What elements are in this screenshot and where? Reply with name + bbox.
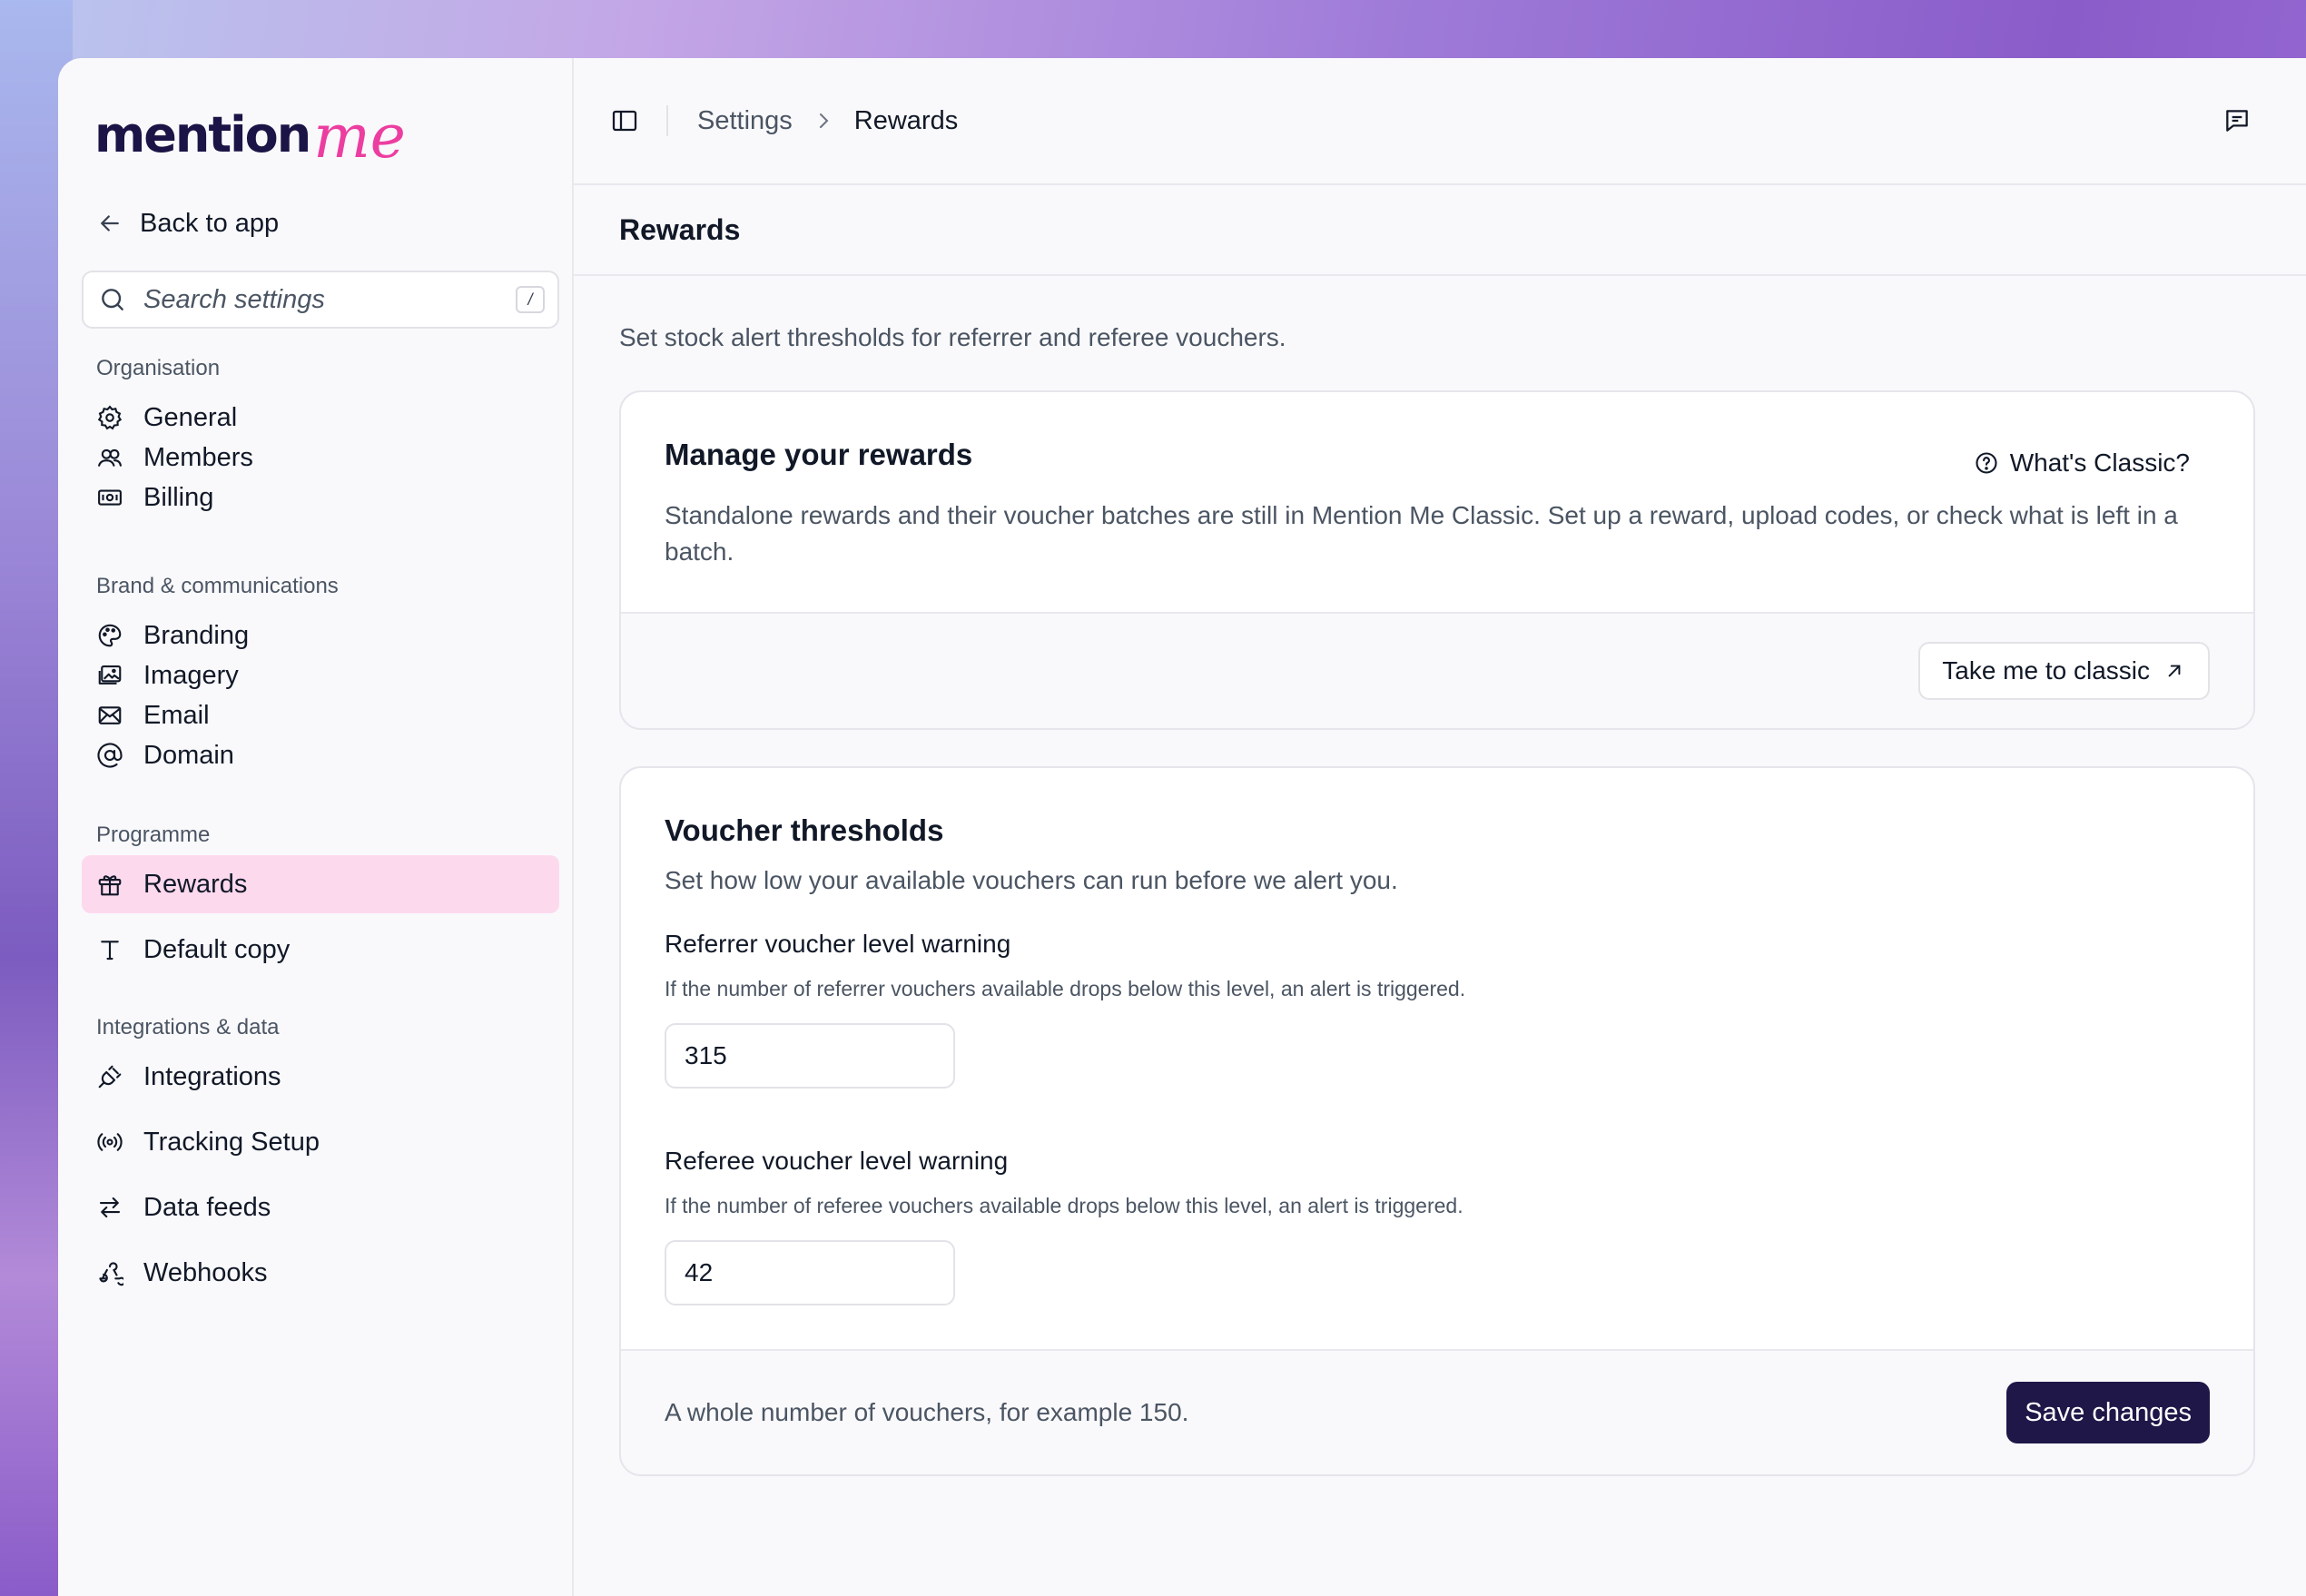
sidebar-item-label: Members xyxy=(143,442,253,472)
sidebar-item-label: Tracking Setup xyxy=(143,1127,320,1157)
breadcrumb-settings[interactable]: Settings xyxy=(697,106,793,136)
search-icon xyxy=(102,289,123,310)
search-settings[interactable]: / xyxy=(82,271,559,329)
voucher-thresholds-body: Voucher thresholds Set how low your avai… xyxy=(621,768,2253,1349)
voucher-thresholds-card: Voucher thresholds Set how low your avai… xyxy=(619,766,2255,1476)
sidebar-item-billing[interactable]: Billing xyxy=(82,468,559,527)
sidebar-item-label: Rewards xyxy=(143,869,248,899)
radio-icon xyxy=(97,1133,123,1151)
sidebar-item-integrations[interactable]: Integrations xyxy=(82,1048,559,1106)
banknote-icon xyxy=(98,489,122,506)
mention-me-logo[interactable]: mention me xyxy=(94,100,557,172)
voucher-thresholds-title: Voucher thresholds xyxy=(665,813,944,847)
voucher-thresholds-footer: A whole number of vouchers, for example … xyxy=(621,1349,2253,1474)
type-icon xyxy=(101,941,119,961)
sidebar-item-label: Branding xyxy=(143,620,250,650)
gift-icon xyxy=(98,875,122,896)
take-me-to-classic-label: Take me to classic xyxy=(1942,656,2150,685)
topbar-divider xyxy=(666,105,668,136)
sidebar-item-tracking-setup[interactable]: Tracking Setup xyxy=(82,1113,559,1171)
referee-warning-help: If the number of referee vouchers availa… xyxy=(665,1194,1463,1217)
breadcrumb: Settings Rewards xyxy=(697,106,958,136)
back-to-app-label: Back to app xyxy=(140,208,280,238)
sidebar-item-domain[interactable]: Domain xyxy=(82,726,559,784)
referrer-warning-label: Referrer voucher level warning xyxy=(665,930,1011,958)
plug-icon xyxy=(98,1065,122,1089)
logo-script: me xyxy=(313,101,406,172)
manage-rewards-card: Manage your rewards What's Classic? Stan… xyxy=(619,390,2255,730)
help-circle-icon xyxy=(1976,452,1997,474)
arrow-left-icon xyxy=(101,215,119,232)
sidebar-item-rewards[interactable]: Rewards xyxy=(82,855,559,913)
manage-rewards-footer: Take me to classic xyxy=(621,612,2253,728)
sidebar-item-label: Integrations xyxy=(143,1061,281,1091)
app-window: mention me Back to app / Organisation Ge… xyxy=(58,58,2306,1596)
referee-warning-input[interactable] xyxy=(665,1240,955,1305)
voucher-thresholds-subtitle: Set how low your available vouchers can … xyxy=(665,866,1398,894)
settings-sidebar: mention me Back to app / Organisation Ge… xyxy=(58,58,574,1596)
save-changes-button[interactable]: Save changes xyxy=(2006,1382,2210,1443)
users-icon xyxy=(98,448,122,467)
sidebar-item-label: Domain xyxy=(143,740,234,770)
at-sign-icon xyxy=(97,743,123,768)
sidebar-item-label: Data feeds xyxy=(143,1192,271,1222)
chevron-right-icon xyxy=(819,113,829,128)
section-title-brand: Brand & communications xyxy=(96,574,339,598)
referrer-warning-input[interactable] xyxy=(665,1023,955,1089)
manage-rewards-text: Standalone rewards and their voucher bat… xyxy=(665,501,2178,566)
webhook-icon xyxy=(99,1262,123,1286)
arrow-up-right-icon xyxy=(2168,665,2181,677)
back-to-app-link[interactable]: Back to app xyxy=(96,203,557,243)
logo-wordmark: mention xyxy=(94,106,311,163)
sidebar-item-label: Imagery xyxy=(143,660,239,690)
page-intro: Set stock alert thresholds for referrer … xyxy=(619,323,1286,351)
palette-icon xyxy=(98,624,122,647)
sidebar-item-data-feeds[interactable]: Data feeds xyxy=(82,1178,559,1236)
referee-warning-label: Referee voucher level warning xyxy=(665,1147,1009,1175)
take-me-to-classic-button[interactable]: Take me to classic xyxy=(1918,642,2210,700)
sidebar-toggle-icon[interactable] xyxy=(610,106,639,135)
referrer-warning-help: If the number of referrer vouchers avail… xyxy=(665,977,1466,1000)
images-icon xyxy=(98,665,122,685)
section-title-organisation: Organisation xyxy=(96,356,221,380)
breadcrumb-rewards: Rewards xyxy=(853,105,959,135)
sidebar-item-webhooks[interactable]: Webhooks xyxy=(82,1244,559,1302)
gear-icon xyxy=(97,405,123,430)
sidebar-item-label: General xyxy=(143,402,238,432)
sidebar-item-label: Email xyxy=(143,700,210,730)
whats-classic-link[interactable]: What's Classic? xyxy=(1974,448,2190,478)
page-title: Rewards xyxy=(574,185,2306,276)
mail-icon xyxy=(98,706,122,724)
whats-classic-label: What's Classic? xyxy=(2009,448,2190,477)
sidebar-item-label: Webhooks xyxy=(143,1257,268,1287)
sidebar-item-default-copy[interactable]: Default copy xyxy=(82,921,559,979)
settings-content: Set stock alert thresholds for referrer … xyxy=(574,276,2306,1476)
section-title-integrations: Integrations & data xyxy=(96,1015,280,1039)
sidebar-item-label: Billing xyxy=(143,482,214,512)
whole-number-hint: A whole number of vouchers, for example … xyxy=(665,1398,1189,1426)
manage-rewards-body: Manage your rewards What's Classic? Stan… xyxy=(621,392,2253,612)
feedback-icon[interactable] xyxy=(2222,106,2252,135)
arrows-left-right-icon xyxy=(99,1197,121,1218)
topbar: Settings Rewards xyxy=(574,58,2306,185)
section-title-programme: Programme xyxy=(96,823,211,847)
search-input[interactable] xyxy=(143,284,499,315)
main-content: Settings Rewards Rewards Set stock alert… xyxy=(574,58,2306,1596)
shortcut-hint: / xyxy=(516,286,545,313)
sidebar-item-label: Default copy xyxy=(143,934,291,964)
